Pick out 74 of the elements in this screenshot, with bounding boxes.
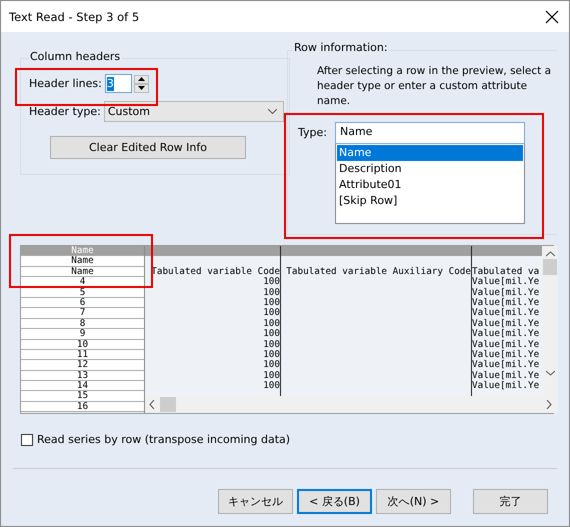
- type-option[interactable]: Name: [336, 145, 523, 161]
- chevron-down-icon: [268, 109, 277, 114]
- vertical-scrollbar[interactable]: [542, 246, 558, 396]
- table-cell: 100: [263, 288, 280, 298]
- dialog-button[interactable]: 次へ(N) >: [376, 489, 451, 514]
- group-title: Row information:: [293, 41, 389, 54]
- row-header[interactable]: 16: [21, 402, 144, 412]
- dialog-button[interactable]: 完了: [473, 489, 548, 514]
- dialog-button[interactable]: < 戻る(B): [297, 489, 372, 514]
- checkbox[interactable]: [21, 434, 33, 446]
- row-header[interactable]: 9: [21, 329, 144, 340]
- table-cell: Value[mil.Ye: [472, 360, 540, 370]
- table-cell: 100: [263, 360, 280, 370]
- table-cell: Value[mil.Ye: [472, 370, 540, 381]
- type-option[interactable]: Description: [336, 161, 523, 177]
- header-type-dropdown[interactable]: Custom: [104, 101, 284, 122]
- table-cell: Tabulated variable Code: [151, 266, 280, 277]
- type-label: Type:: [298, 126, 327, 141]
- row-header[interactable]: 12: [21, 360, 144, 371]
- scroll-right-icon[interactable]: [546, 400, 552, 409]
- group-title: Column headers: [29, 50, 122, 63]
- scroll-thumb[interactable]: [543, 259, 557, 275]
- row-header[interactable]: 8: [21, 318, 144, 330]
- row-header[interactable]: 15: [21, 391, 144, 402]
- down-arrow-icon: [138, 86, 145, 90]
- row-header[interactable]: 13: [21, 370, 144, 382]
- type-option[interactable]: [Skip Row]: [336, 193, 523, 209]
- header-lines-field[interactable]: 3: [104, 74, 132, 93]
- table-cell: 100: [263, 277, 280, 288]
- scroll-up-icon[interactable]: [546, 251, 554, 257]
- table-cell: Value[mil.Ye: [472, 350, 540, 360]
- close-icon[interactable]: [545, 10, 559, 24]
- type-field[interactable]: Name: [334, 122, 525, 144]
- row-header[interactable]: 6: [21, 298, 144, 308]
- table-cell: Value[mil.Ye: [472, 277, 540, 288]
- type-option[interactable]: Attribute01: [336, 177, 523, 193]
- table-cell: 100: [263, 298, 280, 308]
- table-cell: 100: [263, 340, 280, 350]
- table-cell: Value[mil.Ye: [472, 308, 540, 318]
- horizontal-scrollbar[interactable]: [145, 396, 558, 413]
- scroll-down-icon[interactable]: [546, 370, 554, 376]
- header-type-label: Header type:: [29, 105, 101, 118]
- table-cell: Value[mil.Ye: [472, 340, 540, 350]
- clear-row-info-button[interactable]: Clear Edited Row Info: [50, 136, 246, 159]
- table-cell: 100: [263, 318, 280, 329]
- row-header[interactable]: 14: [21, 381, 144, 392]
- row-header[interactable]: 10: [21, 340, 144, 350]
- spin-up-button[interactable]: [134, 74, 149, 84]
- scroll-left-icon[interactable]: [149, 400, 155, 409]
- scroll-thumb[interactable]: [160, 397, 176, 412]
- row-header[interactable]: Name: [21, 266, 144, 278]
- table-cell: Value[mil.Ye: [472, 381, 540, 392]
- hint-text: After selecting a row in the preview, select a header type or enter a custom attribute name.: [317, 64, 552, 109]
- row-header[interactable]: 11: [21, 350, 144, 360]
- header-lines-label: Header lines:: [29, 77, 102, 90]
- row-header[interactable]: Name: [21, 256, 144, 267]
- table-cell: 100: [263, 370, 280, 381]
- row-header[interactable]: 5: [21, 288, 144, 298]
- dialog-button[interactable]: キャンセル: [218, 489, 293, 514]
- table-cell: 100: [263, 381, 280, 392]
- table-cell: 100: [263, 350, 280, 360]
- table-cell: 100: [263, 329, 280, 340]
- table-cell: Value[mil.Ye: [472, 288, 540, 298]
- table-cell: 100: [263, 308, 280, 318]
- table-cell: Value[mil.Ye: [472, 298, 540, 308]
- up-arrow-icon: [138, 77, 145, 81]
- table-cell: Value[mil.Ye: [472, 318, 540, 329]
- window-title: Text Read - Step 3 of 5: [9, 10, 140, 24]
- table-cell: Tabulated variable Auxiliary Code: [286, 266, 471, 277]
- row-header[interactable]: 7: [21, 308, 144, 319]
- table-cell: Tabulated va: [472, 266, 540, 277]
- spin-down-button[interactable]: [134, 84, 149, 92]
- table-cell: Value[mil.Ye: [472, 329, 540, 340]
- checkbox-label: Read series by row (transpose incoming data): [37, 433, 290, 446]
